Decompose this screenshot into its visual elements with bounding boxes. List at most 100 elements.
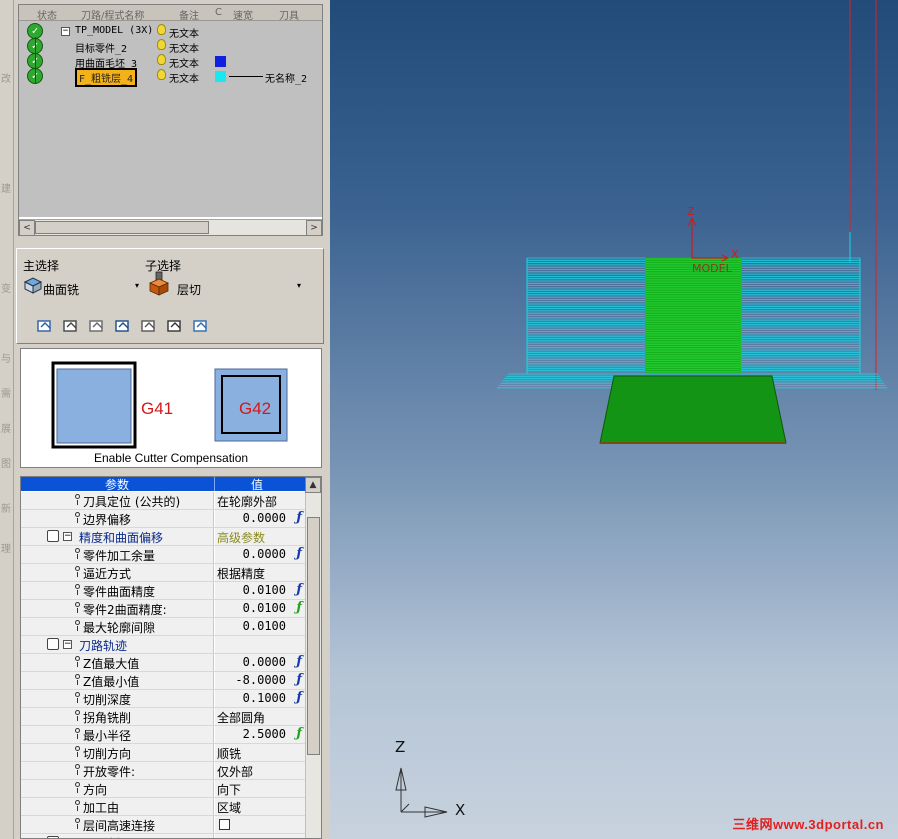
param-number[interactable]: -8.0000: [235, 673, 286, 687]
param-row[interactable]: 切削深度 0.1000 ƒ: [21, 690, 306, 708]
pin-icon[interactable]: [75, 746, 80, 757]
param-number[interactable]: 0.1000: [243, 691, 286, 705]
param-value[interactable]: 仅外部: [217, 763, 253, 780]
grid-col-value[interactable]: 值: [251, 477, 263, 493]
formula-icon[interactable]: ƒ: [296, 582, 302, 597]
param-value[interactable]: 根据精度: [217, 565, 265, 582]
pin-icon[interactable]: [75, 494, 80, 505]
pin-icon[interactable]: [75, 782, 80, 793]
param-row[interactable]: 零件曲面精度 0.0100 ƒ: [21, 582, 306, 600]
tool-icon[interactable]: [87, 317, 107, 335]
visibility-bulb-icon[interactable]: [157, 24, 166, 35]
visibility-bulb-icon[interactable]: [157, 54, 166, 65]
param-value[interactable]: 向下: [217, 781, 241, 798]
param-value[interactable]: 区域: [217, 799, 241, 816]
param-value-cell[interactable]: 在轮廓外部: [215, 492, 306, 509]
formula-icon[interactable]: ƒ: [296, 654, 302, 669]
param-group-row[interactable]: − 精度和曲面偏移 高级参数: [21, 528, 306, 546]
param-row[interactable]: 最大轮廓间隙 0.0100: [21, 618, 306, 636]
param-group-row[interactable]: −层间铣削: [21, 834, 306, 838]
param-value-cell[interactable]: 根据精度: [215, 564, 306, 581]
param-value-cell[interactable]: 2.5000 ƒ: [215, 726, 306, 743]
formula-icon[interactable]: ƒ: [296, 546, 302, 561]
formula-icon[interactable]: ƒ: [296, 510, 302, 525]
scroll-thumb[interactable]: [35, 221, 209, 234]
param-value-cell[interactable]: 向下: [215, 780, 306, 797]
tree-col-name[interactable]: 刀路/程式名称: [81, 7, 144, 22]
tree-item-tool[interactable]: 无名称_2: [265, 70, 307, 85]
param-row[interactable]: 零件加工余量 0.0000 ƒ: [21, 546, 306, 564]
grid-scroll-thumb[interactable]: [307, 517, 320, 755]
scroll-up-icon[interactable]: ▲: [305, 477, 321, 493]
pin-icon[interactable]: [75, 548, 80, 559]
param-row[interactable]: 方向 向下: [21, 780, 306, 798]
param-value-cell[interactable]: 仅外部: [215, 762, 306, 779]
tree-col-tool[interactable]: 刀具: [279, 7, 299, 22]
pin-icon[interactable]: [75, 566, 80, 577]
tree-col-c[interactable]: C: [215, 7, 222, 18]
param-group-row[interactable]: − 刀路轨迹: [21, 636, 306, 654]
param-value-cell[interactable]: [215, 636, 306, 653]
color-swatch[interactable]: [215, 71, 226, 82]
export-icon[interactable]: [191, 317, 211, 335]
tree-row[interactable]: ✓F_粗铣层_4无文本无名称_2: [19, 68, 322, 87]
param-number[interactable]: 0.0000: [243, 511, 286, 525]
pin-icon[interactable]: [75, 800, 80, 811]
tree-col-note[interactable]: 备注: [179, 7, 199, 22]
tree-row[interactable]: ✓目标零件_2无文本: [19, 38, 322, 55]
main-dropdown-arrow-icon[interactable]: ▾: [135, 281, 139, 290]
pin-icon[interactable]: [75, 602, 80, 613]
holder-icon[interactable]: [113, 317, 133, 335]
param-value-cell[interactable]: [215, 834, 306, 838]
3d-viewport[interactable]: Z X MODEL Z X 三维网www.3dportal.cn: [330, 0, 898, 839]
param-value-cell[interactable]: 0.0100: [215, 618, 306, 635]
param-value-cell[interactable]: 高级参数: [215, 528, 306, 545]
formula-icon[interactable]: ƒ: [296, 726, 302, 741]
toolpath-icon[interactable]: [35, 317, 55, 335]
param-value-cell[interactable]: 0.1000 ƒ: [215, 690, 306, 707]
param-value[interactable]: 全部圆角: [217, 709, 265, 726]
pin-icon[interactable]: [75, 692, 80, 703]
param-number[interactable]: 0.0000: [243, 547, 286, 561]
tree-col-width[interactable]: 速宽: [233, 7, 253, 22]
pin-icon[interactable]: [75, 656, 80, 667]
tree-item-name[interactable]: F_粗铣层_4: [75, 68, 138, 87]
formula-icon[interactable]: ƒ: [296, 672, 302, 687]
param-row[interactable]: Z值最小值 -8.0000 ƒ: [21, 672, 306, 690]
tree-item-name[interactable]: TP_MODEL (3X): [75, 25, 153, 36]
checkbox[interactable]: [219, 819, 230, 830]
param-number[interactable]: 0.0000: [243, 655, 286, 669]
pin-icon[interactable]: [75, 764, 80, 775]
main-selection-value[interactable]: 曲面铣: [43, 281, 79, 298]
param-value-cell[interactable]: 0.0000 ƒ: [215, 546, 306, 563]
scroll-left-icon[interactable]: <: [19, 220, 35, 236]
param-number[interactable]: 2.5000: [243, 727, 286, 741]
sub-dropdown-arrow-icon[interactable]: ▾: [297, 281, 301, 290]
machine-icon[interactable]: [61, 317, 81, 335]
pin-icon[interactable]: [75, 512, 80, 523]
tree-item-name[interactable]: 目标零件_2: [75, 40, 127, 55]
param-value-cell[interactable]: 0.0000 ƒ: [215, 510, 306, 527]
param-row[interactable]: 逼近方式 根据精度: [21, 564, 306, 582]
collapse-toggle-icon[interactable]: −: [61, 27, 70, 36]
scroll-right-icon[interactable]: >: [306, 220, 322, 236]
visibility-bulb-icon[interactable]: [157, 69, 166, 80]
grid-col-param[interactable]: 参数: [105, 477, 129, 493]
param-row[interactable]: 加工由 区域: [21, 798, 306, 816]
param-number[interactable]: 0.0100: [243, 601, 286, 615]
param-number[interactable]: 0.0100: [243, 583, 286, 597]
tree-row[interactable]: ✓用曲面毛坯_3无文本: [19, 53, 322, 70]
pin-icon[interactable]: [75, 728, 80, 739]
pin-icon[interactable]: [75, 710, 80, 721]
tree-row[interactable]: ✓ − TP_MODEL (3X) 无文本: [19, 23, 322, 40]
collapse-toggle-icon[interactable]: −: [63, 640, 72, 649]
param-value-cell[interactable]: [215, 816, 306, 833]
param-value-cell[interactable]: 0.0100 ƒ: [215, 582, 306, 599]
pin-icon[interactable]: [75, 818, 80, 829]
param-value-cell[interactable]: 顺铣: [215, 744, 306, 761]
pin-icon[interactable]: [75, 620, 80, 631]
param-row[interactable]: 刀具定位 (公共的) 在轮廓外部: [21, 492, 306, 510]
tree-col-status[interactable]: 状态: [37, 7, 57, 22]
formula-icon[interactable]: ƒ: [296, 600, 302, 615]
formula-icon[interactable]: ƒ: [296, 690, 302, 705]
